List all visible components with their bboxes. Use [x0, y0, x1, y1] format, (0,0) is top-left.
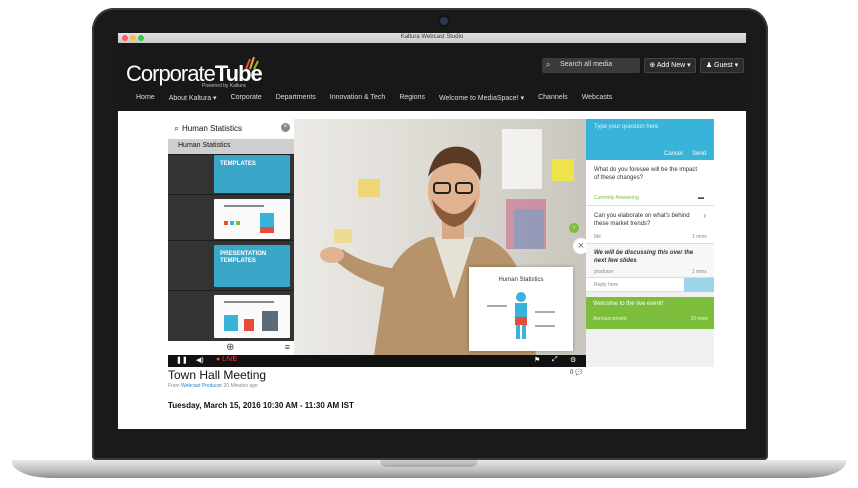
- slide-row[interactable]: [168, 194, 294, 240]
- site-header: CorporateTube Powered by Kaltura ⌕ Searc…: [118, 43, 746, 111]
- player-controls: ❚❚ ◀) ● LIVE ⚑ ⤢ ⚙: [168, 355, 586, 367]
- announcement-banner: Welcome to the live event! Announcement …: [586, 297, 714, 329]
- search-icon: ⌕: [546, 60, 551, 69]
- reply-placeholder: Reply here: [594, 282, 619, 288]
- target-icon[interactable]: ⊕: [226, 342, 234, 353]
- slide-thumbnail[interactable]: PRESENTATION TEMPLATES: [214, 245, 290, 287]
- announcement-sender: Announcement: [593, 316, 627, 322]
- guest-menu-button[interactable]: ♟ Guest ▾: [700, 58, 744, 73]
- byline-time: 20 Minutes ago: [223, 383, 258, 389]
- send-button[interactable]: Send: [692, 151, 706, 157]
- logo-subtitle: Powered by Kaltura: [202, 83, 246, 89]
- comment-icon: ▬: [698, 195, 704, 201]
- pause-button[interactable]: ❚❚: [176, 356, 188, 364]
- volume-button[interactable]: ◀): [196, 356, 204, 364]
- slide-chart-icon: [224, 205, 274, 233]
- qa-author: Me: [594, 234, 601, 240]
- reply-send-button[interactable]: [684, 278, 714, 292]
- nav-welcome-mediaspace[interactable]: Welcome to MediaSpace! ▾: [439, 94, 524, 106]
- settings-icon[interactable]: ⚙: [570, 356, 576, 364]
- qa-answer-text: We will be discussing this over the next…: [594, 250, 694, 264]
- slide-thumbnail[interactable]: [214, 199, 290, 239]
- nav-regions[interactable]: Regions: [399, 94, 425, 106]
- search-input[interactable]: ⌕ Search all media: [542, 58, 640, 73]
- slide-chart-icon: [224, 301, 278, 331]
- qa-thread[interactable]: Can you elaborate on what's behind these…: [586, 206, 714, 244]
- list-icon[interactable]: ≡: [285, 342, 290, 352]
- search-placeholder: Search all media: [560, 61, 613, 68]
- comment-count[interactable]: 0 💬: [570, 369, 582, 376]
- live-indicator: ● LIVE: [216, 356, 238, 363]
- shared-slide[interactable]: Human Statistics: [469, 267, 573, 351]
- slide-thumbnail-title: TEMPLATES: [220, 161, 256, 167]
- question-placeholder: Type your question here: [594, 124, 659, 130]
- event-byline: From Webcast Producer 20 Minutes ago: [168, 383, 258, 389]
- slide-nav-icon[interactable]: ›: [569, 223, 579, 233]
- nav-innovation-tech[interactable]: Innovation & Tech: [330, 94, 386, 106]
- screen: Kaltura Webcast Studio CorporateTube Pow…: [118, 33, 746, 429]
- qa-panel: Type your question here Cancel Send What…: [586, 119, 714, 367]
- event-title: Town Hall Meeting: [168, 368, 267, 382]
- nav-departments[interactable]: Departments: [276, 94, 316, 106]
- nav-channels[interactable]: Channels: [538, 94, 568, 106]
- fullscreen-icon[interactable]: ⤢: [552, 356, 558, 364]
- cancel-button[interactable]: Cancel: [664, 151, 683, 157]
- flag-icon[interactable]: ⚑: [534, 356, 540, 364]
- nav-home[interactable]: Home: [136, 94, 155, 106]
- slide-row[interactable]: [168, 290, 294, 341]
- slide-row[interactable]: TEMPLATES: [168, 154, 294, 194]
- video-player[interactable]: Human Statistics ›: [294, 119, 586, 355]
- window-title: Kaltura Webcast Studio: [400, 34, 464, 40]
- qa-status: Currently Answering: [594, 195, 639, 201]
- clear-search-icon[interactable]: ×: [281, 123, 290, 132]
- slide-thumbnail[interactable]: [214, 295, 290, 338]
- announcement-text: Welcome to the live event!: [593, 301, 664, 307]
- qa-question: Can you elaborate on what's behind these…: [594, 213, 690, 227]
- nav-about-kaltura[interactable]: About Kaltura ▾: [169, 94, 217, 106]
- qa-thread[interactable]: What do you foresee will be the impact o…: [586, 160, 714, 206]
- human-figure-icon: [487, 292, 555, 339]
- event-datetime: Tuesday, March 15, 2016 10:30 AM - 11:30…: [168, 401, 354, 410]
- nav-webcasts[interactable]: Webcasts: [582, 94, 613, 106]
- qa-author: producer: [594, 269, 614, 275]
- byline-user-link[interactable]: Webcast Producer: [181, 383, 222, 389]
- qa-question: What do you foresee will be the impact o…: [594, 167, 698, 181]
- announcement-time: 10 mins: [690, 316, 708, 322]
- slide-thumbnail-title: PRESENTATION TEMPLATES: [220, 251, 267, 264]
- qa-time: 1 mins: [692, 269, 707, 275]
- slides-search-input[interactable]: ⌕ Human Statistics ×: [168, 119, 294, 139]
- slide-row[interactable]: PRESENTATION TEMPLATES: [168, 240, 294, 290]
- slides-panel-footer: ⊕ ≡: [168, 341, 294, 355]
- reply-input[interactable]: Reply here: [586, 278, 714, 292]
- camera: [440, 17, 448, 25]
- nav-corporate[interactable]: Corporate: [231, 94, 262, 106]
- main-nav: Home About Kaltura ▾ Corporate Departmen…: [136, 94, 626, 106]
- byline-prefix: From: [168, 383, 180, 389]
- add-new-button[interactable]: ⊕ Add New ▾: [644, 58, 696, 73]
- laptop-notch: [380, 460, 478, 467]
- logo-mark-icon: [245, 56, 259, 70]
- slide-thumbnail[interactable]: TEMPLATES: [214, 155, 290, 193]
- window-titlebar: Kaltura Webcast Studio: [118, 33, 746, 43]
- question-input[interactable]: Type your question here Cancel Send: [586, 119, 714, 160]
- qa-time: 1 mins: [692, 234, 707, 240]
- search-icon: ⌕: [174, 123, 180, 133]
- slides-search-value: Human Statistics: [182, 124, 243, 133]
- qa-answer: We will be discussing this over the next…: [586, 244, 714, 278]
- slides-panel: ⌕ Human Statistics × Human Statistics TE…: [168, 119, 294, 355]
- chevron-right-icon: ›: [703, 211, 706, 220]
- search-result-item[interactable]: Human Statistics: [168, 139, 294, 154]
